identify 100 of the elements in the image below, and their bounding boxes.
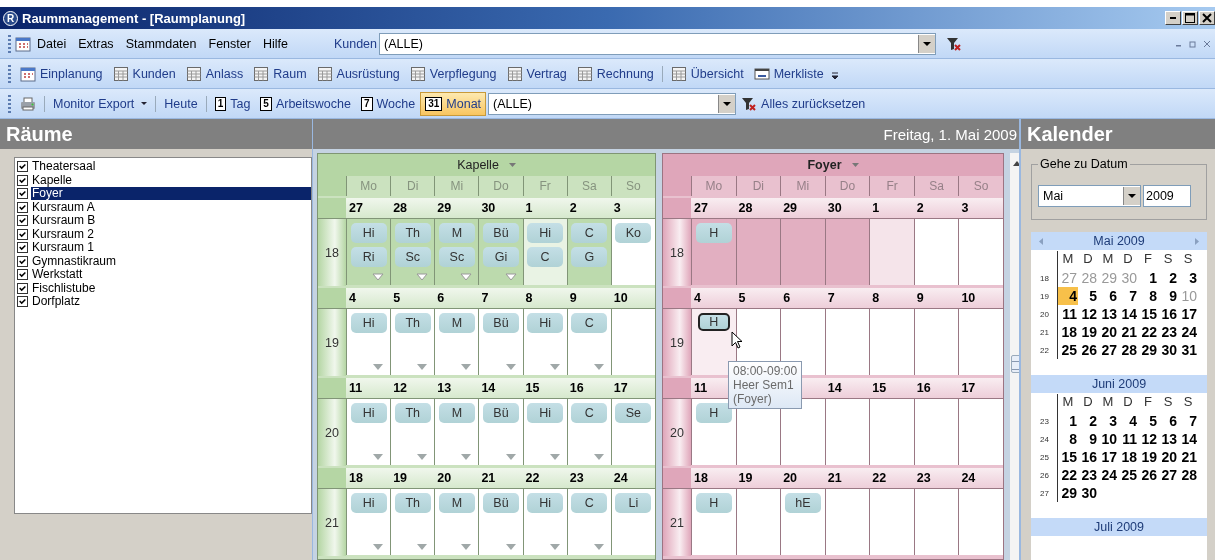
calendar-day[interactable]: 19 bbox=[1138, 448, 1158, 466]
more-icon[interactable] bbox=[416, 543, 429, 551]
day-cell[interactable] bbox=[869, 398, 914, 465]
calendar-day[interactable]: 19 bbox=[1078, 323, 1098, 341]
reset-button[interactable]: Alles zurücksetzen bbox=[736, 91, 871, 116]
calendar-day[interactable]: 12 bbox=[1078, 305, 1098, 323]
appointment[interactable]: Sc bbox=[438, 247, 475, 267]
calendar-day[interactable]: 20 bbox=[1158, 448, 1178, 466]
day-cell[interactable]: M Sc bbox=[434, 218, 479, 285]
appointment[interactable]: H bbox=[695, 223, 732, 243]
day-cell[interactable]: Bü bbox=[478, 398, 523, 465]
more-icon[interactable] bbox=[592, 363, 605, 371]
calendar-day[interactable]: 18 bbox=[1058, 323, 1078, 341]
view-button[interactable]: 5 Arbeitswoche bbox=[255, 91, 356, 116]
filter-combo[interactable]: (ALLE) bbox=[488, 92, 737, 115]
calendar-day[interactable]: 15 bbox=[1138, 305, 1158, 323]
day-cell[interactable] bbox=[958, 308, 1003, 375]
checkbox[interactable] bbox=[17, 201, 28, 213]
filter-clear-icon[interactable] bbox=[946, 35, 962, 52]
appointment[interactable]: Li bbox=[615, 493, 652, 513]
calendar-day[interactable]: 28 bbox=[1118, 341, 1138, 359]
day-cell[interactable] bbox=[824, 218, 870, 285]
day-cell[interactable]: M bbox=[434, 488, 479, 555]
more-icon[interactable] bbox=[372, 543, 385, 551]
day-cell[interactable] bbox=[824, 398, 870, 465]
more-icon[interactable] bbox=[460, 543, 473, 551]
appointment[interactable]: Hi bbox=[527, 313, 564, 333]
day-cell[interactable] bbox=[958, 218, 1003, 285]
calendar-day[interactable]: 17 bbox=[1098, 448, 1118, 466]
calendar-day[interactable]: 20 bbox=[1098, 323, 1118, 341]
calendar-day[interactable]: 2 bbox=[1158, 269, 1178, 287]
room-item[interactable]: Gymnastikraum bbox=[31, 254, 311, 268]
more-icon[interactable] bbox=[460, 453, 473, 461]
calendar-day[interactable]: 6 bbox=[1158, 412, 1178, 430]
more-icon[interactable] bbox=[372, 363, 385, 371]
day-cell[interactable] bbox=[869, 488, 914, 555]
day-cell[interactable]: Hi bbox=[522, 488, 567, 555]
appointment[interactable]: C bbox=[527, 247, 564, 267]
more-icon[interactable] bbox=[416, 273, 429, 281]
menu-item[interactable]: Fenster bbox=[202, 34, 257, 53]
calendar-day[interactable]: 29 bbox=[1138, 341, 1158, 359]
room-item[interactable]: Kapelle bbox=[31, 173, 311, 187]
toolbar-button[interactable]: Ausrüstung bbox=[311, 61, 405, 86]
day-cell[interactable]: Hi bbox=[522, 308, 567, 375]
day-cell[interactable]: Hi C bbox=[522, 218, 567, 285]
room-item[interactable]: Kursraum A bbox=[31, 200, 311, 214]
calendar-day[interactable]: 14 bbox=[1178, 430, 1198, 448]
close-icon[interactable] bbox=[1203, 39, 1211, 48]
day-cell[interactable]: C bbox=[566, 488, 611, 555]
appointment[interactable]: Bü bbox=[483, 493, 519, 513]
room-item[interactable]: Foyer bbox=[31, 187, 311, 201]
month-select[interactable]: Mai bbox=[1038, 185, 1141, 207]
day-cell[interactable]: Th bbox=[390, 308, 435, 375]
more-icon[interactable] bbox=[548, 543, 561, 551]
room-header[interactable]: Kapelle bbox=[318, 154, 655, 176]
day-cell[interactable] bbox=[735, 488, 781, 555]
maximize-button[interactable] bbox=[1182, 11, 1198, 25]
appointment[interactable]: Sc bbox=[394, 247, 431, 267]
toolbar-button[interactable]: Verpflegung bbox=[404, 61, 502, 86]
appointment[interactable]: Bü bbox=[483, 313, 519, 333]
appointment[interactable]: H bbox=[697, 313, 730, 331]
toolbar-button[interactable]: Kunden bbox=[107, 61, 181, 86]
day-cell[interactable]: H bbox=[691, 488, 736, 555]
calendar-day[interactable]: 5 bbox=[1138, 412, 1158, 430]
day-cell[interactable]: Th bbox=[390, 398, 435, 465]
calendar-day[interactable]: 23 bbox=[1158, 323, 1178, 341]
room-item[interactable]: Dorfplatz bbox=[31, 295, 311, 309]
room-item[interactable]: Theatersaal bbox=[31, 160, 311, 174]
appointment[interactable]: Hi bbox=[350, 493, 387, 513]
more-icon[interactable] bbox=[372, 273, 385, 281]
toolbar-button[interactable]: Vertrag bbox=[501, 61, 572, 86]
calendar-day[interactable]: 16 bbox=[1078, 448, 1098, 466]
day-cell[interactable] bbox=[735, 218, 781, 285]
calendar-day[interactable]: 1 bbox=[1138, 269, 1158, 287]
calendar-day[interactable]: 7 bbox=[1178, 412, 1198, 430]
day-cell[interactable]: Hi bbox=[346, 488, 391, 555]
room-item[interactable]: Kursraum B bbox=[31, 214, 311, 228]
appointment[interactable]: C bbox=[571, 403, 608, 423]
menu-item[interactable]: Extras bbox=[72, 34, 120, 53]
appointment[interactable]: M bbox=[438, 313, 475, 333]
year-field[interactable]: 2009 bbox=[1143, 185, 1191, 207]
calendar-day[interactable]: 4 bbox=[1058, 287, 1078, 305]
calendar-day[interactable]: 22 bbox=[1058, 466, 1078, 484]
day-cell[interactable] bbox=[913, 308, 959, 375]
checkbox[interactable] bbox=[17, 269, 28, 281]
appointment[interactable]: Se bbox=[615, 403, 652, 423]
checkbox[interactable] bbox=[17, 174, 28, 186]
calendar-day[interactable]: 28 bbox=[1178, 466, 1198, 484]
appointment[interactable]: Hi bbox=[350, 223, 387, 243]
calendar-day[interactable]: 13 bbox=[1098, 305, 1118, 323]
calendar-day[interactable]: 23 bbox=[1078, 466, 1098, 484]
more-icon[interactable] bbox=[504, 363, 517, 371]
day-cell[interactable]: M bbox=[434, 308, 479, 375]
day-cell[interactable] bbox=[913, 488, 959, 555]
checkbox[interactable] bbox=[17, 242, 28, 254]
calendar-day[interactable]: 9 bbox=[1158, 287, 1178, 305]
day-cell[interactable] bbox=[869, 308, 914, 375]
more-icon[interactable] bbox=[460, 363, 473, 371]
calendar-day[interactable]: 1 bbox=[1058, 412, 1078, 430]
calendar-day[interactable]: 27 bbox=[1158, 466, 1178, 484]
